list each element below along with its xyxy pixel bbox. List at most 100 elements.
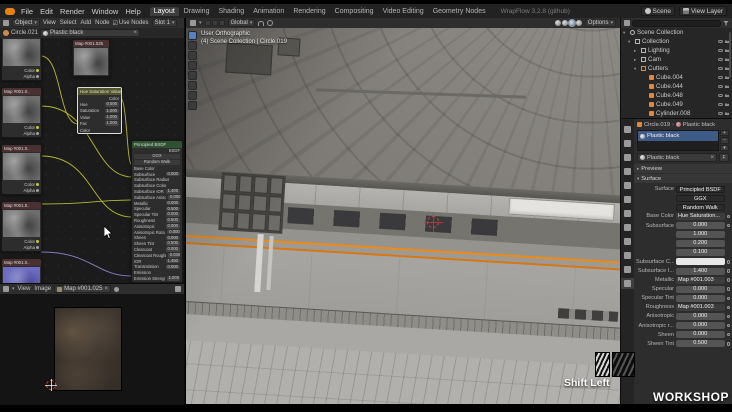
node-row-value[interactable]: 0.030 xyxy=(167,252,180,258)
animate-dot-icon[interactable] xyxy=(726,287,730,291)
cursor-tool-icon[interactable] xyxy=(188,41,197,50)
node-header[interactable]: Map #001.0.. xyxy=(2,259,41,266)
slot-specials-button[interactable]: ▾ xyxy=(720,144,729,152)
material-chip[interactable]: Plastic black × xyxy=(40,29,141,37)
menu-item[interactable]: Image xyxy=(34,286,51,292)
property-value-field[interactable]: 0.000 xyxy=(676,331,725,339)
animate-dot-icon[interactable] xyxy=(726,269,730,273)
property-value-field[interactable]: 0.000 xyxy=(676,294,725,302)
property-value-field[interactable]: Hue Saturation... xyxy=(676,212,725,220)
view-layer-selector[interactable]: View Layer xyxy=(678,6,727,16)
object-name[interactable]: Circle.021 xyxy=(11,30,38,36)
properties-tab[interactable] xyxy=(621,138,634,149)
properties-tab[interactable] xyxy=(621,180,634,191)
outliner-search-input[interactable] xyxy=(632,19,721,27)
node-header[interactable]: Hue Saturation Value xyxy=(78,88,121,95)
add-slot-button[interactable]: + xyxy=(720,130,729,137)
socket-icon[interactable] xyxy=(36,240,39,243)
socket-icon[interactable] xyxy=(36,126,39,129)
outliner-row[interactable]: Cube.004 xyxy=(621,73,732,82)
animate-dot-icon[interactable] xyxy=(726,332,730,337)
node-row[interactable]: Color xyxy=(78,127,121,133)
image-texture-node[interactable]: Map #001.0.. Color Alpha xyxy=(1,87,42,138)
surface-section-header[interactable]: ▾ Surface xyxy=(634,174,732,184)
workspace-tab[interactable]: Compositing xyxy=(331,7,378,16)
disable-render-icon[interactable] xyxy=(724,94,729,98)
editor-type-icon[interactable] xyxy=(3,286,9,292)
node-row-value[interactable]: 1.450 xyxy=(165,258,180,264)
animate-dot-icon[interactable] xyxy=(726,323,730,328)
outliner-row[interactable]: ▾ Cutters xyxy=(621,64,732,73)
hide-viewport-icon[interactable] xyxy=(717,57,723,62)
disable-render-icon[interactable] xyxy=(724,112,729,116)
wireframe-shading-icon[interactable] xyxy=(554,20,561,26)
node-row-value[interactable]: 0.000 xyxy=(165,171,180,177)
menu-item[interactable]: Select xyxy=(60,20,77,26)
workspace-tab[interactable]: Rendering xyxy=(289,7,329,16)
node-row-value[interactable]: 0.500 xyxy=(104,102,119,107)
snap-magnet-icon[interactable] xyxy=(258,20,265,26)
properties-tab[interactable] xyxy=(621,166,634,177)
editor-type-icon[interactable] xyxy=(3,20,9,26)
properties-tab[interactable] xyxy=(621,278,634,289)
image-texture-node[interactable]: Map #001.0.. Color Alpha xyxy=(1,38,42,81)
animate-dot-icon[interactable] xyxy=(726,305,730,310)
animate-dot-icon[interactable] xyxy=(726,278,730,282)
node-row-value[interactable]: 1.000 xyxy=(104,114,119,120)
expand-icon[interactable]: ▸ xyxy=(634,48,639,54)
properties-tab[interactable] xyxy=(621,250,634,261)
node-header[interactable]: Map #001.0.. xyxy=(2,202,41,209)
socket-icon[interactable] xyxy=(36,183,39,186)
slot-dropdown[interactable]: Slot 1 ▾ xyxy=(151,19,178,27)
breadcrumb-object[interactable]: Circle.019 xyxy=(644,122,670,128)
properties-tab[interactable] xyxy=(621,236,634,247)
property-value-field[interactable]: 0.000 xyxy=(676,322,725,330)
face-select-icon[interactable] xyxy=(218,20,225,26)
image-texture-node[interactable]: Map #001.0.. Color Alpha xyxy=(1,258,42,283)
hide-viewport-icon[interactable] xyxy=(717,48,723,53)
animate-dot-icon[interactable] xyxy=(726,260,730,264)
animate-dot-icon[interactable] xyxy=(726,296,730,301)
rotate-tool-icon[interactable] xyxy=(188,61,197,70)
options-dropdown[interactable]: Options ▾ xyxy=(584,19,616,27)
material-id-chip[interactable]: Plastic black × xyxy=(637,153,717,163)
hide-viewport-icon[interactable] xyxy=(717,39,723,44)
editor-type-icon[interactable] xyxy=(624,20,630,26)
expand-icon[interactable]: ▾ xyxy=(628,39,633,45)
pin-icon[interactable] xyxy=(114,286,119,292)
scrollbar[interactable] xyxy=(729,32,731,78)
property-value-field[interactable]: 0.000 xyxy=(676,222,725,230)
principled-bsdf-node[interactable]: Principled BSDF BSDF GGX Random Walk Bas… xyxy=(131,140,183,283)
expand-icon[interactable]: ▸ xyxy=(634,57,639,63)
property-value-field[interactable]: 1.400 xyxy=(676,267,725,275)
outliner-row[interactable]: ▾ Collection xyxy=(621,37,732,46)
property-value-field[interactable]: 0.500 xyxy=(676,340,725,348)
menu-item[interactable]: Window xyxy=(92,7,119,16)
properties-tab[interactable] xyxy=(621,208,634,219)
property-value-field[interactable]: 0.000 xyxy=(676,285,725,293)
property-value-field[interactable]: 0.200 xyxy=(676,240,725,248)
unlink-icon[interactable]: × xyxy=(104,286,108,292)
menu-item[interactable]: File xyxy=(21,7,33,16)
property-value-field[interactable]: Random Walk xyxy=(676,203,725,211)
uv-2d-cursor[interactable] xyxy=(45,379,57,391)
socket-icon[interactable] xyxy=(36,246,39,249)
hide-viewport-icon[interactable] xyxy=(717,102,723,107)
hide-viewport-icon[interactable] xyxy=(717,111,723,116)
property-value-field[interactable]: Map #001.003 xyxy=(676,276,725,284)
outliner-row[interactable]: ▸ Cam xyxy=(621,55,732,64)
edge-select-icon[interactable] xyxy=(211,20,218,26)
node-header[interactable]: Principled BSDF xyxy=(132,141,182,148)
menu-item[interactable]: View xyxy=(43,20,56,26)
blender-logo-icon[interactable] xyxy=(5,7,15,15)
hide-viewport-icon[interactable] xyxy=(717,93,723,98)
material-preview-icon[interactable] xyxy=(567,19,576,27)
property-value-field[interactable]: 1.000 xyxy=(676,231,725,239)
image-texture-node-mid[interactable]: Map #001.025 xyxy=(72,39,110,77)
node-header[interactable]: Map #001.0.. xyxy=(2,88,41,95)
preview-section-header[interactable]: ▸ Preview xyxy=(634,164,732,174)
node-row-value[interactable]: 0.000 xyxy=(165,264,180,270)
menu-item[interactable]: View xyxy=(18,286,31,292)
solid-shading-icon[interactable] xyxy=(561,20,568,26)
outliner-row[interactable]: ▾ Scene Collection xyxy=(621,28,732,37)
